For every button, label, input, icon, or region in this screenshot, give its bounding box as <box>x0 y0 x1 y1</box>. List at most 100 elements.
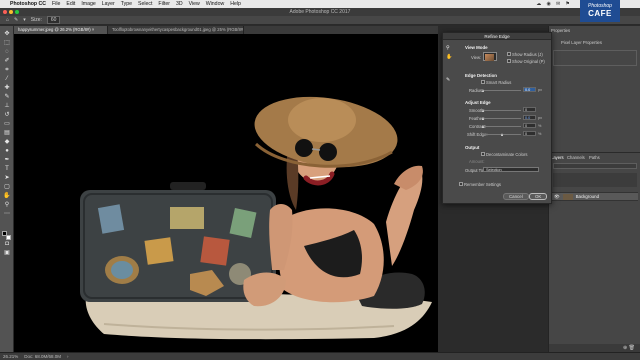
refine-edge-dialog: Refine Edge ⚲ ✋ ✎ View Mode View: Show R… <box>442 32 552 204</box>
eyedropper-tool-icon[interactable]: ⁄ <box>2 75 12 83</box>
eraser-tool-icon[interactable]: ▭ <box>2 120 12 128</box>
menu-help[interactable]: Help <box>230 1 241 7</box>
feather-unit: px <box>538 116 543 120</box>
show-original-checkbox[interactable] <box>507 59 511 63</box>
home-icon[interactable]: ⌂ <box>6 17 9 23</box>
feather-slider-thumb[interactable] <box>482 117 484 120</box>
dialog-title: Refine Edge <box>443 33 551 40</box>
quick-select-tool-icon[interactable]: ✐ <box>2 57 12 65</box>
more-tools-icon[interactable]: ⋯ <box>2 210 12 218</box>
feather-input[interactable]: 0.0 <box>523 115 536 120</box>
tab-channels[interactable]: Channels <box>567 155 585 160</box>
smooth-slider[interactable] <box>483 110 521 111</box>
healing-tool-icon[interactable]: ✚ <box>2 84 12 92</box>
tools-panel: ✥ ⬚ ◌ ✐ ⌗ ⁄ ✚ ✎ ⊥ ↺ ▭ ▤ ◆ ● ✒ T ➤ ▢ ✋ ⚲ … <box>0 26 14 352</box>
minimize-window-icon[interactable] <box>9 10 13 14</box>
hand-tool-icon[interactable]: ✋ <box>2 192 12 200</box>
show-radius-label: Show Radius (J) <box>512 52 543 57</box>
menu-file[interactable]: File <box>52 1 60 7</box>
tab-properties[interactable]: Properties <box>551 28 570 33</box>
menu-layer[interactable]: Layer <box>102 1 115 7</box>
cancel-button[interactable]: Cancel <box>503 193 529 200</box>
shift-edge-input[interactable]: 0 <box>523 131 536 136</box>
stamp-tool-icon[interactable]: ⊥ <box>2 102 12 110</box>
circle-icon[interactable]: ◉ <box>546 1 551 7</box>
status-arrow-icon[interactable]: › <box>67 354 69 359</box>
brush-tool-icon[interactable]: ✎ <box>2 93 12 101</box>
move-tool-icon[interactable]: ✥ <box>2 30 12 38</box>
zoom-tool-icon[interactable]: ⚲ <box>2 201 12 209</box>
menu-window[interactable]: Window <box>206 1 224 7</box>
menu-type[interactable]: Type <box>121 1 132 7</box>
properties-fields <box>553 50 637 66</box>
flag-icon[interactable]: ⚑ <box>565 1 570 7</box>
brush-tool-icon[interactable]: ✎ <box>14 17 18 23</box>
tab-layers[interactable]: Layers <box>551 155 564 160</box>
menu-image[interactable]: Image <box>81 1 95 7</box>
dodge-tool-icon[interactable]: ● <box>2 147 12 155</box>
new-layer-icon[interactable]: ⊕ <box>623 345 627 351</box>
contrast-input[interactable]: 0 <box>523 123 536 128</box>
sticker <box>200 236 230 266</box>
tab-second-document[interactable]: Toolfloptobrownanyeithertycaspesbackgrou… <box>108 26 244 34</box>
zoom-icon[interactable]: ⚲ <box>446 45 454 51</box>
smooth-slider-thumb[interactable] <box>482 109 484 112</box>
menu-edit[interactable]: Edit <box>66 1 75 7</box>
size-input[interactable]: 60 <box>46 16 61 24</box>
ok-button[interactable]: OK <box>529 193 548 200</box>
blur-tool-icon[interactable]: ◆ <box>2 138 12 146</box>
zoom-level[interactable]: 26.21% <box>3 354 18 359</box>
smooth-input[interactable]: 0 <box>523 107 536 112</box>
contrast-slider[interactable] <box>483 126 521 127</box>
amount-label: Amount: <box>469 159 485 164</box>
tab-paths[interactable]: Paths <box>589 155 600 160</box>
menu-select[interactable]: Select <box>138 1 152 7</box>
decontaminate-label: Decontaminate Colors <box>486 152 528 157</box>
type-tool-icon[interactable]: T <box>2 165 12 173</box>
lasso-tool-icon[interactable]: ◌ <box>2 48 12 56</box>
tab-happysummer[interactable]: happysummer.jpeg @ 26.2% (RGB/8#) × <box>14 26 108 34</box>
decontaminate-checkbox[interactable] <box>481 152 485 156</box>
document-size: Doc: 68.0M/68.0M <box>24 354 62 359</box>
document-canvas[interactable] <box>14 34 438 352</box>
output-to-dropdown[interactable]: Selection <box>483 167 539 172</box>
eye-icon[interactable]: 👁 <box>554 194 560 200</box>
zoom-window-icon[interactable] <box>15 10 19 14</box>
layer-filter-bar[interactable] <box>553 163 637 169</box>
feather-slider[interactable] <box>483 118 521 119</box>
brush-preset-dropdown[interactable]: ▾ <box>23 17 26 23</box>
layer-row-background[interactable]: 👁 Background <box>550 192 638 201</box>
mail-icon[interactable]: ✉ <box>556 1 560 7</box>
hand-icon[interactable]: ✋ <box>446 54 454 60</box>
crop-tool-icon[interactable]: ⌗ <box>2 66 12 74</box>
shape-tool-icon[interactable]: ▢ <box>2 183 12 191</box>
background-color-swatch[interactable] <box>6 235 11 240</box>
pen-tool-icon[interactable]: ✒ <box>2 156 12 164</box>
view-mode-dropdown[interactable] <box>483 52 497 61</box>
radius-input[interactable]: 0.0 <box>523 87 536 92</box>
marquee-tool-icon[interactable]: ⬚ <box>2 39 12 47</box>
trash-icon[interactable]: 🗑 <box>629 345 635 351</box>
menu-app-name[interactable]: Photoshop CC <box>10 1 46 7</box>
quick-mask-icon[interactable]: ◘ <box>2 240 12 248</box>
radius-slider-thumb[interactable] <box>482 89 484 92</box>
menu-filter[interactable]: Filter <box>158 1 170 7</box>
history-brush-icon[interactable]: ↺ <box>2 111 12 119</box>
path-select-icon[interactable]: ➤ <box>2 174 12 182</box>
radius-slider[interactable] <box>483 90 521 91</box>
show-radius-checkbox[interactable] <box>507 52 511 56</box>
status-bar: 26.21% Doc: 68.0M/68.0M › <box>0 352 640 360</box>
cloud-icon[interactable]: ☁ <box>536 1 541 7</box>
smart-radius-checkbox[interactable] <box>481 80 485 84</box>
menu-3d[interactable]: 3D <box>176 1 183 7</box>
options-bar: ⌂ ✎ ▾ Size: 60 <box>0 16 640 25</box>
screen-mode-icon[interactable]: ▣ <box>2 249 12 257</box>
contrast-slider-thumb[interactable] <box>482 125 484 128</box>
remember-settings-checkbox[interactable] <box>459 182 463 186</box>
close-window-icon[interactable] <box>3 10 7 14</box>
refine-radius-brush-icon[interactable]: ✎ <box>446 77 454 83</box>
shift-edge-slider-thumb[interactable] <box>500 133 503 136</box>
photoshop-window: Photoshop CC File Edit Image Layer Type … <box>0 0 640 360</box>
menu-view[interactable]: View <box>189 1 200 7</box>
gradient-tool-icon[interactable]: ▤ <box>2 129 12 137</box>
